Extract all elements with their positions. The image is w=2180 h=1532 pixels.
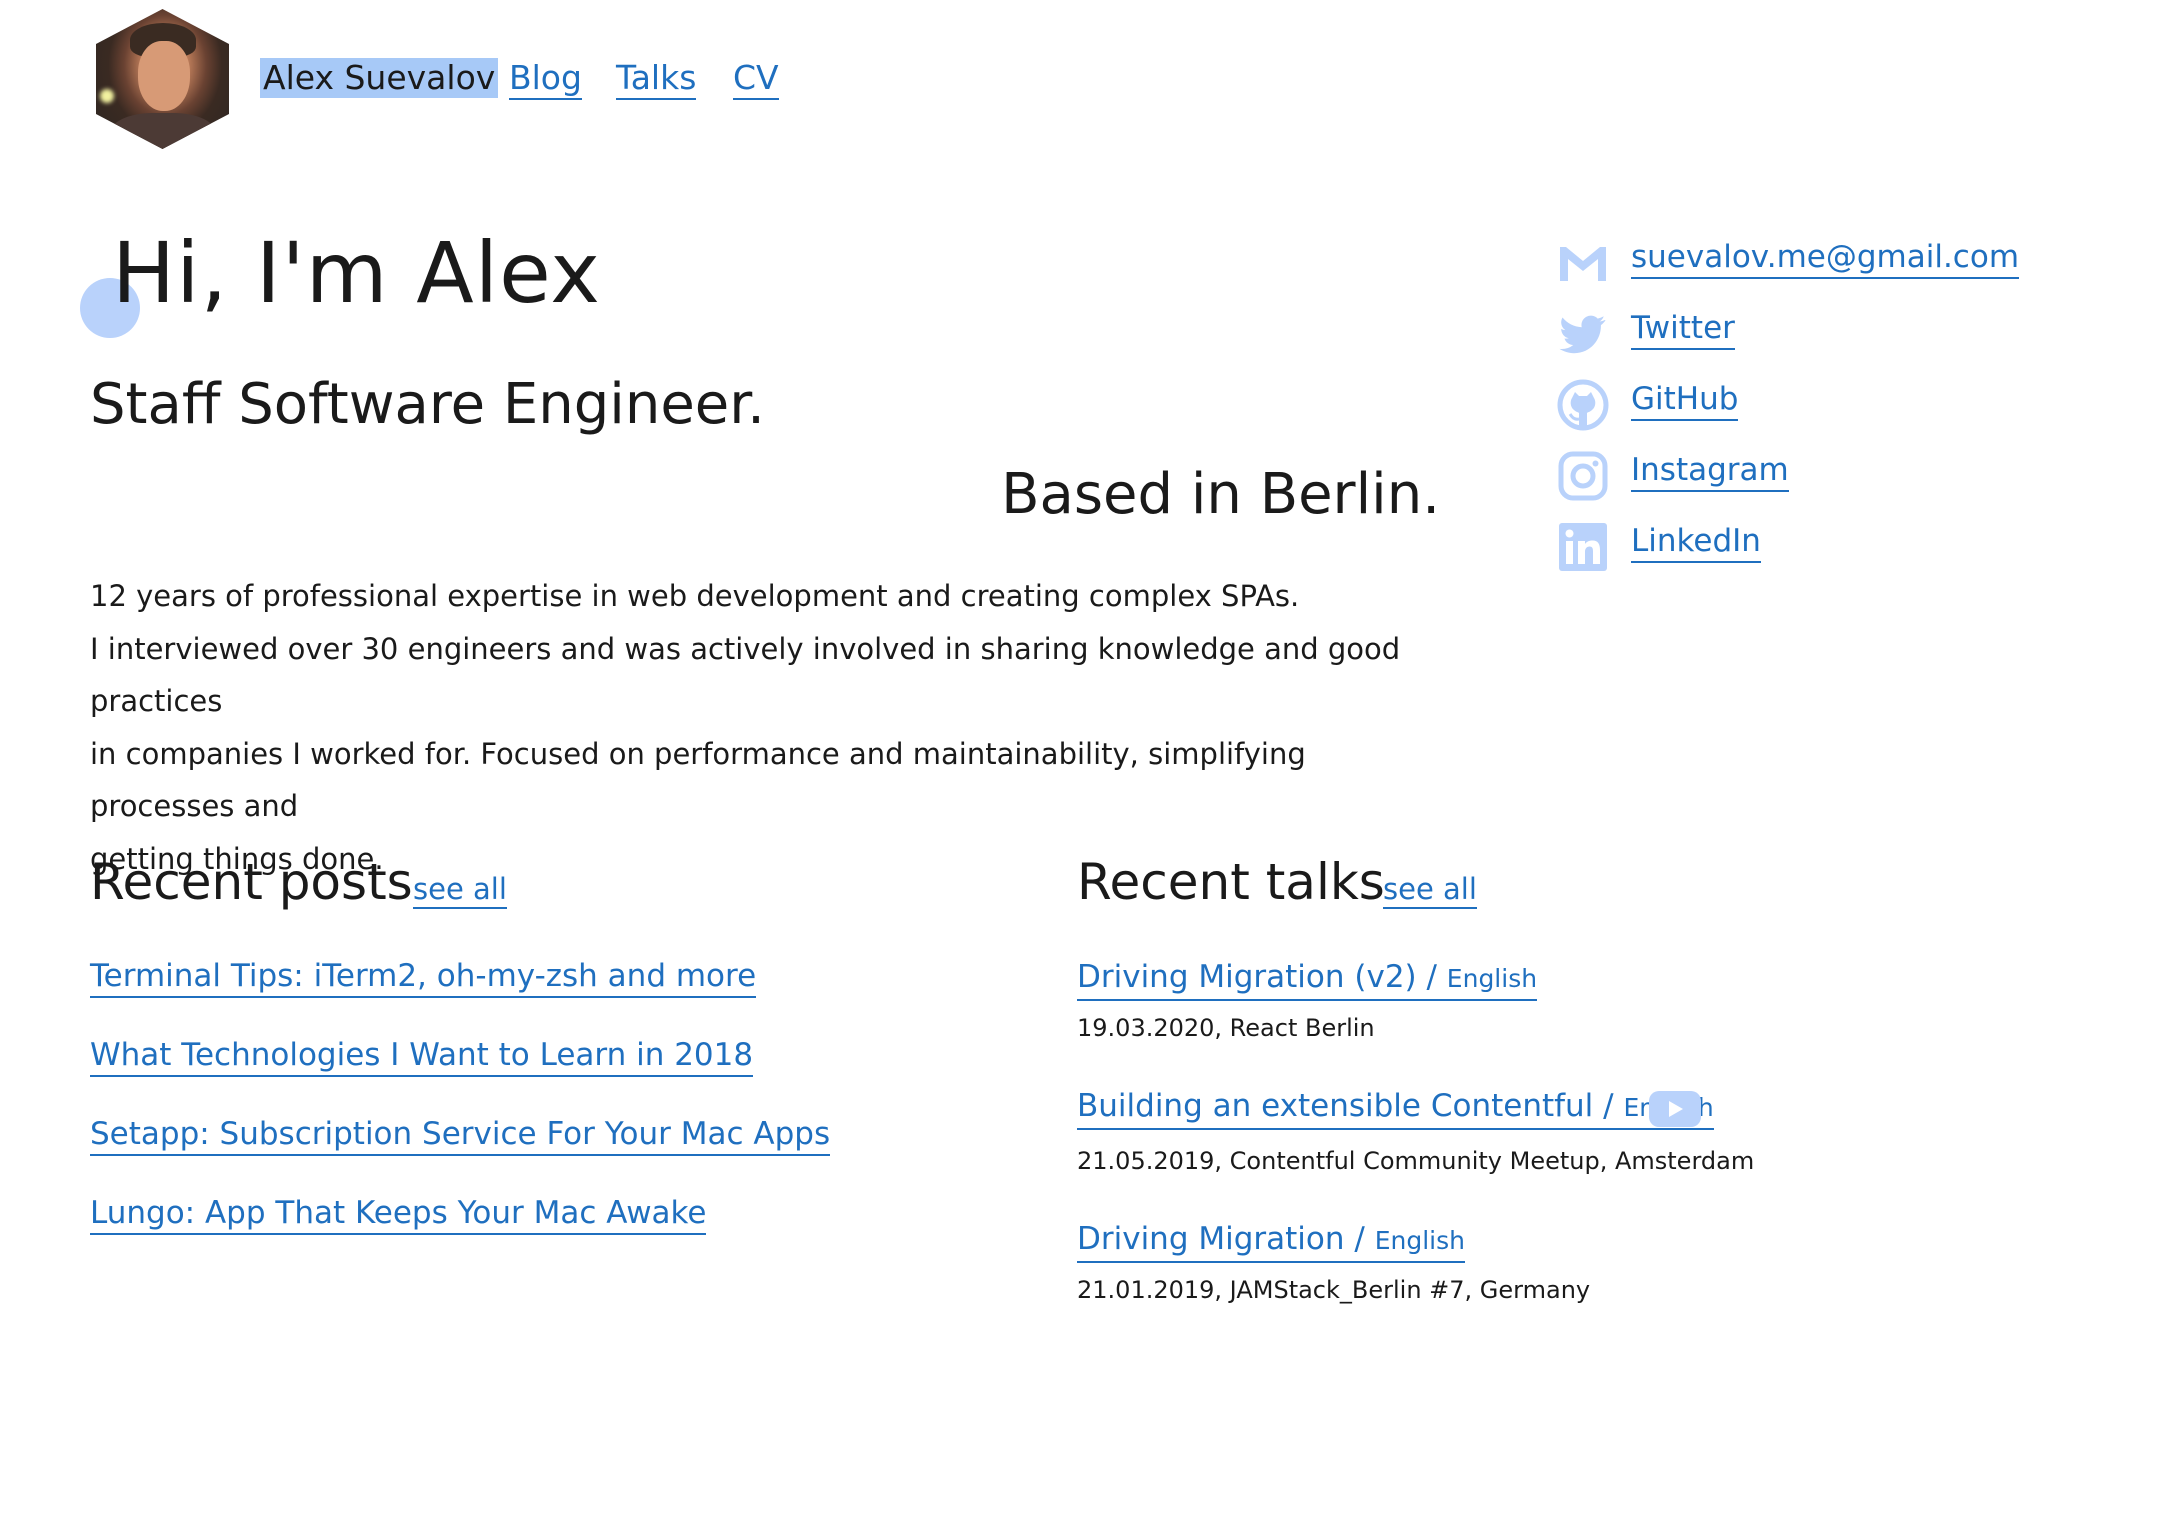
- gmail-icon: [1560, 247, 1606, 281]
- nav-link-talks[interactable]: Talks: [616, 58, 697, 100]
- instagram-link[interactable]: Instagram: [1631, 450, 1789, 492]
- recent-posts-heading: Recent posts: [90, 853, 413, 911]
- contact-github: GitHub: [1557, 375, 2117, 431]
- contact-instagram: Instagram: [1557, 446, 2117, 502]
- github-icon: [1557, 379, 1609, 431]
- bio-line: in companies I worked for. Focused on pe…: [90, 736, 1306, 824]
- contact-email: suevalov.me@gmail.com: [1557, 233, 2117, 289]
- linkedin-icon: [1559, 523, 1607, 571]
- linkedin-link[interactable]: LinkedIn: [1631, 521, 1761, 563]
- posts-see-all-link[interactable]: see all: [413, 871, 507, 909]
- bio-line: 12 years of professional expertise in we…: [90, 579, 1300, 613]
- talk-title: Driving Migration (v2) /: [1077, 959, 1447, 995]
- avatar-face: [138, 41, 190, 111]
- email-link[interactable]: suevalov.me@gmail.com: [1631, 237, 2020, 279]
- twitter-icon: [1559, 315, 1606, 354]
- avatar-light: [100, 89, 114, 103]
- talk-meta: 21.05.2019, Contentful Community Meetup,…: [1077, 1147, 1755, 1175]
- talk-link[interactable]: Driving Migration (v2) / English: [1077, 957, 1538, 1001]
- github-link[interactable]: GitHub: [1631, 379, 1739, 421]
- bio-line: I interviewed over 30 engineers and was …: [90, 631, 1401, 719]
- role-heading: Staff Software Engineer.: [90, 372, 765, 437]
- bio: 12 years of professional expertise in we…: [90, 570, 1450, 885]
- talk-meta: 19.03.2020, React Berlin: [1077, 1014, 1375, 1042]
- nav-link-blog[interactable]: Blog: [509, 58, 582, 100]
- twitter-link[interactable]: Twitter: [1631, 308, 1735, 350]
- talk-link[interactable]: Driving Migration / English: [1077, 1219, 1465, 1263]
- recent-talks-heading: Recent talks: [1077, 853, 1385, 911]
- talk-title: Building an extensible Contentful /: [1077, 1088, 1624, 1124]
- talk-meta: 21.01.2019, JAMStack_Berlin #7, Germany: [1077, 1276, 1591, 1304]
- talk-link[interactable]: Building an extensible Contentful / Engl…: [1077, 1086, 1714, 1130]
- youtube-play-icon[interactable]: [1649, 1091, 1701, 1127]
- instagram-icon: [1558, 451, 1608, 501]
- avatar[interactable]: [96, 9, 229, 149]
- talks-see-all-link[interactable]: see all: [1383, 871, 1477, 909]
- location-heading: Based in Berlin.: [1001, 462, 1440, 527]
- talk-language: English: [1374, 1226, 1465, 1255]
- post-link[interactable]: Lungo: App That Keeps Your Mac Awake: [90, 1193, 707, 1235]
- post-link[interactable]: Setapp: Subscription Service For Your Ma…: [90, 1114, 831, 1156]
- nav-link-cv[interactable]: CV: [733, 58, 779, 100]
- page-title: Hi, I'm Alex: [112, 224, 602, 322]
- talk-title: Driving Migration /: [1077, 1221, 1375, 1257]
- post-link[interactable]: Terminal Tips: iTerm2, oh-my-zsh and mor…: [90, 956, 757, 998]
- site-name-link[interactable]: Alex Suevalov: [260, 58, 499, 98]
- contact-linkedin: LinkedIn: [1557, 517, 2117, 573]
- post-link[interactable]: What Technologies I Want to Learn in 201…: [90, 1035, 754, 1077]
- talk-language: English: [1446, 964, 1538, 993]
- contact-twitter: Twitter: [1557, 304, 2117, 360]
- avatar-shirt: [110, 113, 216, 149]
